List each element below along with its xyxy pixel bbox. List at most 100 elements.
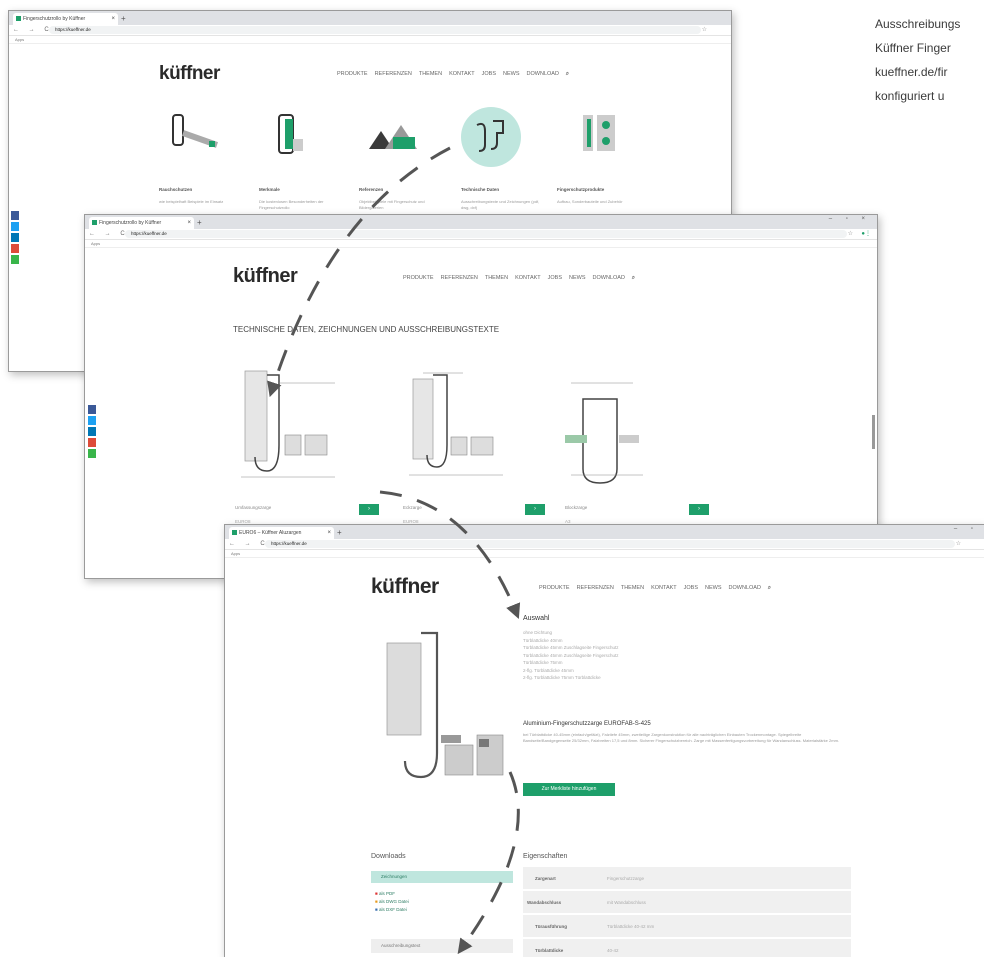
nav-controls[interactable]: ← → C [13,25,53,35]
nav-item[interactable]: KONTAKT [651,585,677,591]
close-tab-icon[interactable]: × [111,13,115,25]
downloads-next[interactable]: Ausschreibungstext [371,939,513,953]
favicon-icon [16,16,21,21]
nav-item[interactable]: NEWS [705,585,722,591]
caption-line: kueffner.de/fir [875,65,948,79]
nav-item[interactable]: THEMEN [419,71,442,77]
caption-line: Ausschreibungs [875,17,961,31]
nav-item[interactable]: REFERENZEN [375,71,412,77]
nav-item[interactable]: PRODUKTE [337,71,368,77]
site-nav: PRODUKTE REFERENZEN THEMEN KONTAKT JOBS NEWS D… [539,585,778,592]
url-field[interactable]: https://kueffner.de [49,26,701,34]
scrollbar-thumb[interactable] [872,415,875,449]
option-item[interactable]: Türblattdicke 40mm [523,637,619,645]
nav-controls[interactable]: ← → C [89,229,129,239]
option-item[interactable]: 2-flg. Türblattdicke 45mm [523,667,619,675]
tab-title: Fingerschutzrollo by Küffner [23,16,86,22]
twitter-icon[interactable] [11,222,19,231]
site-logo[interactable]: küffner [159,63,220,85]
nav-item[interactable]: THEMEN [485,275,508,281]
menu-icon[interactable]: ●⋮ [861,229,871,239]
bookmark-star-icon[interactable]: ☆ [848,229,853,239]
nav-item[interactable]: DOWNLOAD [729,585,761,591]
close-tab-icon[interactable]: × [187,217,191,229]
window-controls[interactable]: – ▫ × [829,216,871,222]
linkedin-icon[interactable] [88,427,96,436]
option-item[interactable]: Türblattdicke 75mm [523,659,619,667]
nav-item[interactable]: THEMEN [621,585,644,591]
nav-item[interactable]: KONTAKT [515,275,541,281]
nav-item[interactable]: NEWS [569,275,586,281]
category-title[interactable]: Fingerschutzprodukte [557,187,604,192]
category-title[interactable]: Merkmale [259,187,280,192]
window-controls[interactable]: – ▫ [954,526,979,532]
file-link-dxf[interactable]: ■ als DXF Datei [375,907,407,912]
new-tab-icon[interactable]: + [337,527,342,539]
category-icon-rauchschutz[interactable] [159,109,229,159]
bookmarks-apps[interactable]: Apps [15,37,24,42]
downloads-item-label: Zeichnungen [381,874,408,879]
browser-tab[interactable]: Fingerschutzrollo by Küffner × [13,13,118,25]
go-button[interactable]: › [359,504,379,515]
print-icon[interactable] [11,255,19,264]
site-logo[interactable]: küffner [233,265,298,288]
nav-item[interactable]: DOWNLOAD [593,275,625,281]
nav-item[interactable]: PRODUKTE [539,585,570,591]
facebook-icon[interactable] [88,405,96,414]
file-link-pdf[interactable]: ■ als PDF [375,891,395,896]
linkedin-icon[interactable] [11,233,19,242]
search-icon[interactable]: ⌕ [566,71,569,77]
category-icon-merkmale[interactable] [267,109,317,164]
nav-item[interactable]: REFERENZEN [441,275,478,281]
category-icon-referenzen[interactable] [367,115,427,155]
url-field[interactable]: https://kueffner.de [265,540,955,548]
category-title[interactable]: Rauchschutzen [159,187,192,192]
googleplus-icon[interactable] [11,244,19,253]
option-item[interactable]: 2-flg. Türblattdicke 75mm Türblattdicke [523,674,619,682]
option-item[interactable]: ohne Dichtung [523,629,619,637]
close-tab-icon[interactable]: × [327,527,331,539]
url-field[interactable]: https://kueffner.de [125,230,847,238]
browser-tab[interactable]: EURO6 – Küffner Aluzargen × [229,527,334,539]
category-icon-technische-daten[interactable] [461,107,521,167]
site-logo[interactable]: küffner [371,575,439,599]
search-icon[interactable]: ⌕ [632,275,635,281]
facebook-icon[interactable] [11,211,19,220]
merkliste-button[interactable]: Zur Merkliste hinzufügen [523,783,615,796]
nav-item[interactable]: JOBS [684,585,698,591]
nav-item[interactable]: REFERENZEN [577,585,614,591]
nav-item[interactable]: KONTAKT [449,71,475,77]
search-icon[interactable]: ⌕ [768,585,771,591]
new-tab-icon[interactable]: + [121,13,126,25]
category-title[interactable]: Technische Daten [461,187,499,192]
category-icon-fingerschutzprodukte[interactable] [579,109,629,159]
twitter-icon[interactable] [88,416,96,425]
nav-item[interactable]: DOWNLOAD [527,71,559,77]
browser-tab[interactable]: Fingerschutzrollo by Küffner × [89,217,194,229]
bookmark-star-icon[interactable]: ☆ [702,25,707,35]
drawing-blockzarge[interactable] [563,375,693,490]
go-button[interactable]: › [689,504,709,515]
nav-item[interactable]: NEWS [503,71,520,77]
drawing-eckzarge[interactable] [403,365,533,490]
drawing-umfassungszarge[interactable] [235,365,365,490]
product-description: bei Türblattdicke 40-45mm (einfach/gefäl… [523,732,840,743]
property-key: Wandabschluss [527,900,562,905]
nav-item[interactable]: PRODUKTE [403,275,434,281]
bookmarks-apps[interactable]: Apps [91,241,100,246]
new-tab-icon[interactable]: + [197,217,202,229]
category-title[interactable]: Referenzen [359,187,383,192]
downloads-item[interactable]: Zeichnungen [371,871,513,883]
nav-item[interactable]: JOBS [482,71,496,77]
print-icon[interactable] [88,449,96,458]
option-item[interactable]: Türblattdicke 45mm Zuschlagseite Fingers… [523,644,619,652]
go-button[interactable]: › [525,504,545,515]
file-label: als DWG Datei [378,899,409,904]
googleplus-icon[interactable] [88,438,96,447]
option-item[interactable]: Türblattdicke 45mm Zuschlagseite Fingers… [523,652,619,660]
bookmarks-apps[interactable]: Apps [231,551,240,556]
nav-controls[interactable]: ← → C [229,539,269,549]
bookmark-star-icon[interactable]: ☆ [956,539,961,549]
nav-item[interactable]: JOBS [548,275,562,281]
file-link-dwg[interactable]: ■ als DWG Datei [375,899,409,904]
